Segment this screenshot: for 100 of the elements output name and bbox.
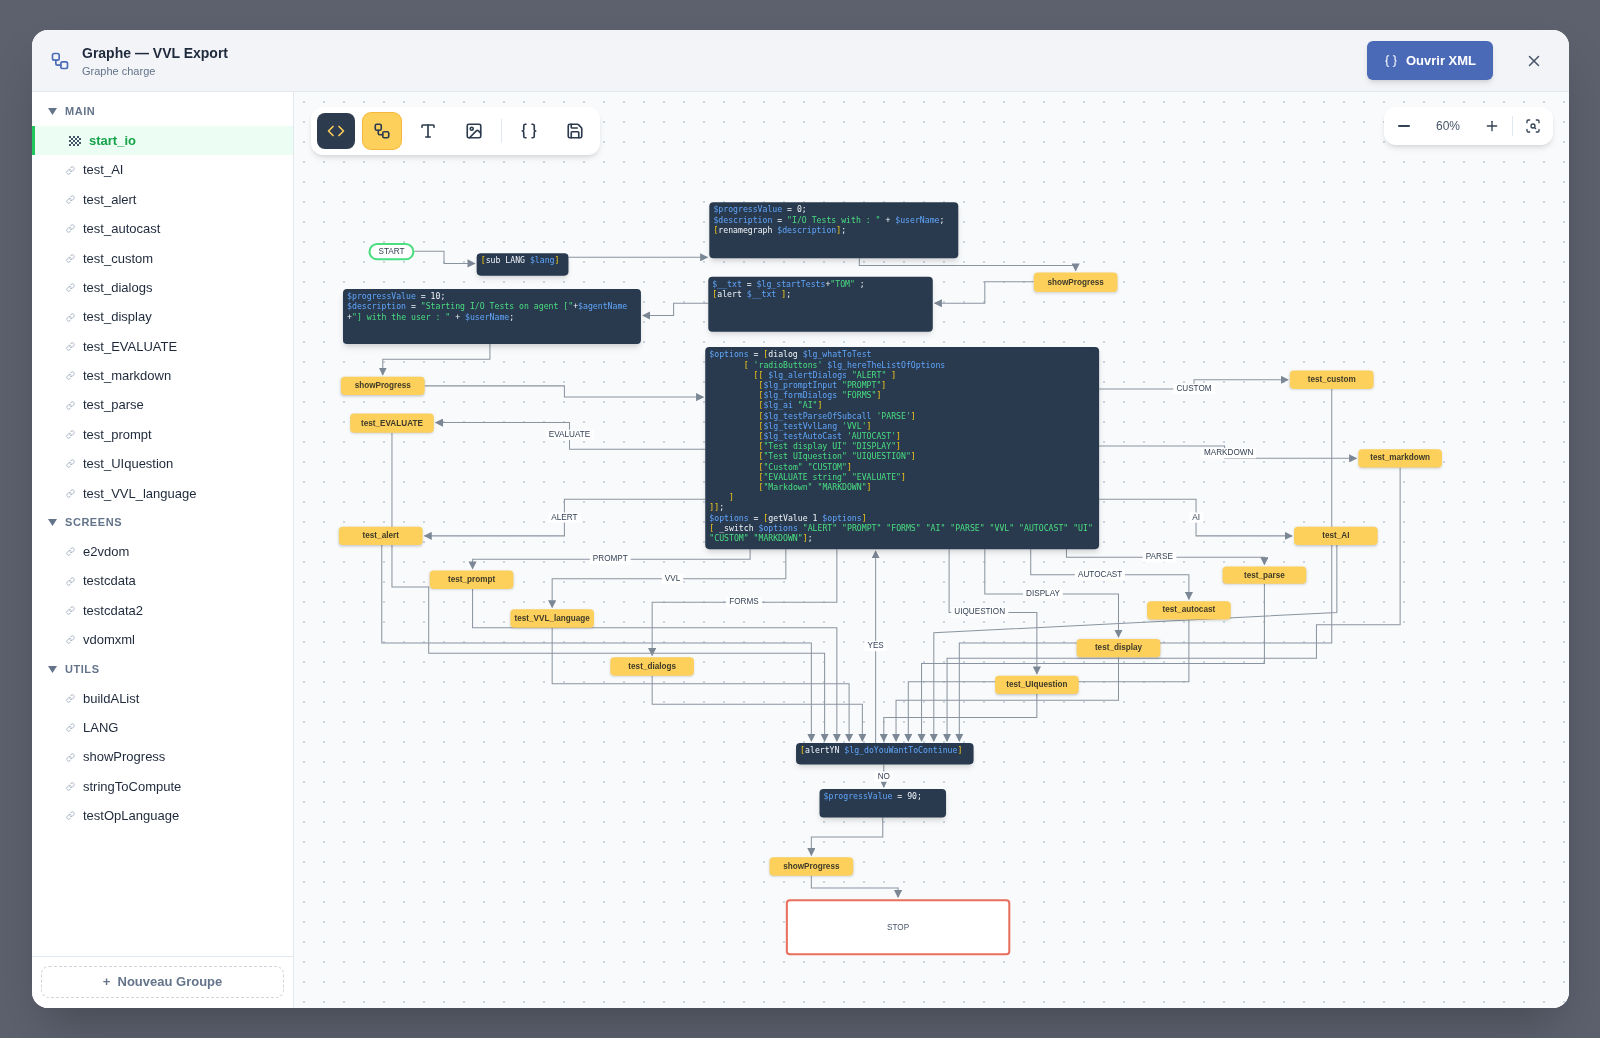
dialog-title: Graphe — VVL Export bbox=[82, 43, 228, 63]
code-node: $progressValue = 0; $description = "I/O Tests with : " + $userName; [renamegraph $description]; bbox=[709, 202, 959, 259]
zoom-level: 60% bbox=[1435, 118, 1461, 135]
action-node: test_EVALUATE bbox=[350, 413, 434, 433]
sidebar-item[interactable]: test_autocast bbox=[32, 214, 293, 244]
sidebar-item[interactable]: test_prompt bbox=[32, 419, 293, 450]
graph-tool-button[interactable] bbox=[363, 113, 401, 149]
link-icon bbox=[66, 752, 75, 762]
link-icon bbox=[66, 194, 75, 204]
action-node: test_display bbox=[1076, 638, 1161, 658]
action-node: test_UIquestion bbox=[995, 675, 1079, 695]
code-node: [sub LANG $lang] bbox=[476, 253, 569, 276]
edge-label: YES bbox=[864, 641, 887, 652]
code-tool-button[interactable] bbox=[317, 113, 355, 149]
edge-label: EVALUATE bbox=[545, 429, 594, 440]
link-icon bbox=[66, 165, 75, 175]
sidebar-item[interactable]: test_VVL_language bbox=[32, 478, 293, 509]
edge-label: DISPLAY bbox=[1023, 588, 1063, 600]
edge-label: NO bbox=[874, 771, 893, 782]
edge-label: PROMPT bbox=[589, 554, 631, 565]
sidebar-item[interactable]: test_custom bbox=[32, 243, 293, 273]
sidebar-item[interactable]: test_dialogs bbox=[32, 272, 293, 303]
collapse-triangle-icon[interactable] bbox=[48, 518, 57, 528]
code-node: [alertYN $lg_doYouWantToContinue] bbox=[796, 743, 974, 765]
new-group-button[interactable]: + Nouveau Groupe bbox=[41, 966, 284, 998]
action-node: test_alert bbox=[338, 526, 423, 546]
sidebar-item[interactable]: e2vdom bbox=[32, 537, 293, 567]
action-node: test_parse bbox=[1222, 566, 1307, 584]
action-node: showProgress bbox=[769, 857, 854, 876]
link-icon bbox=[66, 606, 75, 616]
sidebar-item[interactable]: vdomxml bbox=[32, 625, 293, 655]
edge-label: CUSTOM bbox=[1173, 383, 1215, 395]
action-node: test_custom bbox=[1289, 370, 1374, 389]
sidebar-item[interactable]: test_alert bbox=[32, 184, 293, 215]
link-icon bbox=[66, 488, 75, 498]
link-icon bbox=[66, 400, 75, 410]
braces-icon bbox=[520, 122, 538, 140]
plus-icon bbox=[1484, 118, 1500, 134]
code-node: $options = [dialog $lg_whatToTest [ 'radioButtons' $lg_hereTheListOfOptions [[ $lg_alertDialogs "ALERT" ] [$lg_promptInput "PROMPT"] [$lg_formDialogs "FORMS"] [$lg_ai "AI"] [$lg_testParseOfSubcall 'PARSE'] [$lg_testVvlLang 'VVL'] [$lg_testAutoCast 'AUTOCAST'] ["Test display UI" "DISPLAY"] ["Test UIquestion" "UIQUESTION"] ["Custom" "CUSTOM"] ["EVALUATE string" "EVALUATE"] ["Markdown" "MARKDOWN"] ] ]]; $options = [getValue 1 $options] [ _switch $options "ALERT" "PROMPT" "FORMS" "AI" "PARSE" "VVL" "AUTOCAST" "UI" "CUSTOM" "MARKDOWN"]; bbox=[705, 347, 1100, 550]
collapse-triangle-icon[interactable] bbox=[48, 107, 57, 116]
sidebar-item[interactable]: test_parse bbox=[32, 390, 293, 420]
edge-label: PARSE bbox=[1142, 552, 1176, 563]
link-icon bbox=[66, 430, 75, 440]
link-icon bbox=[66, 283, 75, 293]
sidebar-item[interactable]: LANG bbox=[32, 713, 293, 743]
stop-node: STOP bbox=[785, 899, 1011, 956]
action-node: test_autocast bbox=[1147, 601, 1231, 620]
action-node: test_AI bbox=[1294, 526, 1378, 546]
minus-icon bbox=[1398, 125, 1410, 127]
open-xml-button[interactable]: Ouvrir XML bbox=[1366, 41, 1493, 80]
link-icon bbox=[66, 253, 75, 263]
link-icon bbox=[66, 371, 75, 381]
code-node: $progressValue = 10; $description = "Starting I/O Tests on agent ["+$agentName +"] with the user : " + $userName; bbox=[343, 288, 641, 345]
connector-arrow bbox=[641, 302, 709, 320]
sidebar-item[interactable]: testcdata bbox=[32, 566, 293, 596]
group-heading: SCREENS bbox=[65, 515, 123, 531]
action-node: test_dialogs bbox=[610, 657, 694, 676]
link-icon bbox=[66, 693, 75, 703]
sidebar-item[interactable]: showProgress bbox=[32, 742, 293, 772]
start-node: START bbox=[368, 243, 415, 261]
code-node: $progressValue = 90; bbox=[819, 788, 947, 818]
edge-label: VVL bbox=[661, 573, 684, 584]
flowchart-icon bbox=[373, 122, 391, 140]
group-heading: UTILS bbox=[65, 661, 100, 677]
sidebar-item[interactable]: testcdata2 bbox=[32, 595, 293, 626]
flowchart-icon bbox=[50, 50, 70, 71]
link-icon bbox=[66, 341, 75, 351]
link-icon bbox=[66, 723, 75, 733]
group-heading: MAIN bbox=[65, 104, 96, 120]
action-node: showProgress bbox=[1033, 272, 1118, 292]
sidebar-item[interactable]: test_AI bbox=[32, 155, 293, 185]
code-node: $__txt = $lg_startTests+"TOM" ; [alert $__txt ]; bbox=[708, 276, 933, 332]
sidebar-item[interactable]: testOpLanguage bbox=[32, 801, 293, 831]
edge-label: UIQUESTION bbox=[951, 607, 1009, 618]
link-icon bbox=[66, 576, 75, 586]
sidebar-item[interactable]: test_EVALUATE bbox=[32, 331, 293, 362]
fit-view-icon bbox=[1525, 118, 1541, 134]
sidebar-item[interactable]: test_markdown bbox=[32, 361, 293, 391]
text-icon bbox=[419, 122, 437, 140]
link-icon bbox=[66, 312, 75, 322]
save-icon bbox=[566, 122, 584, 140]
checkered-flag-icon bbox=[69, 135, 81, 146]
collapse-triangle-icon[interactable] bbox=[48, 664, 57, 674]
action-node: test_prompt bbox=[429, 570, 514, 589]
action-node: test_markdown bbox=[1358, 449, 1442, 468]
link-icon bbox=[66, 224, 75, 234]
edge-label: MARKDOWN bbox=[1200, 448, 1257, 459]
link-icon bbox=[66, 459, 75, 469]
dialog-subtitle: Graphe charge bbox=[82, 63, 157, 79]
edge-label: FORMS bbox=[726, 597, 762, 608]
action-node: test_VVL_language bbox=[510, 609, 594, 628]
link-icon bbox=[66, 635, 75, 645]
sidebar-item[interactable]: test_display bbox=[32, 302, 293, 332]
sidebar-item[interactable]: stringToCompute bbox=[32, 771, 293, 802]
action-node: showProgress bbox=[340, 376, 425, 396]
sidebar-item[interactable]: buildAList bbox=[32, 683, 293, 714]
sidebar-item[interactable]: test_UIquestion bbox=[32, 449, 293, 479]
braces-icon bbox=[1383, 53, 1398, 68]
link-icon bbox=[66, 547, 75, 557]
connector-arrow bbox=[413, 250, 476, 268]
